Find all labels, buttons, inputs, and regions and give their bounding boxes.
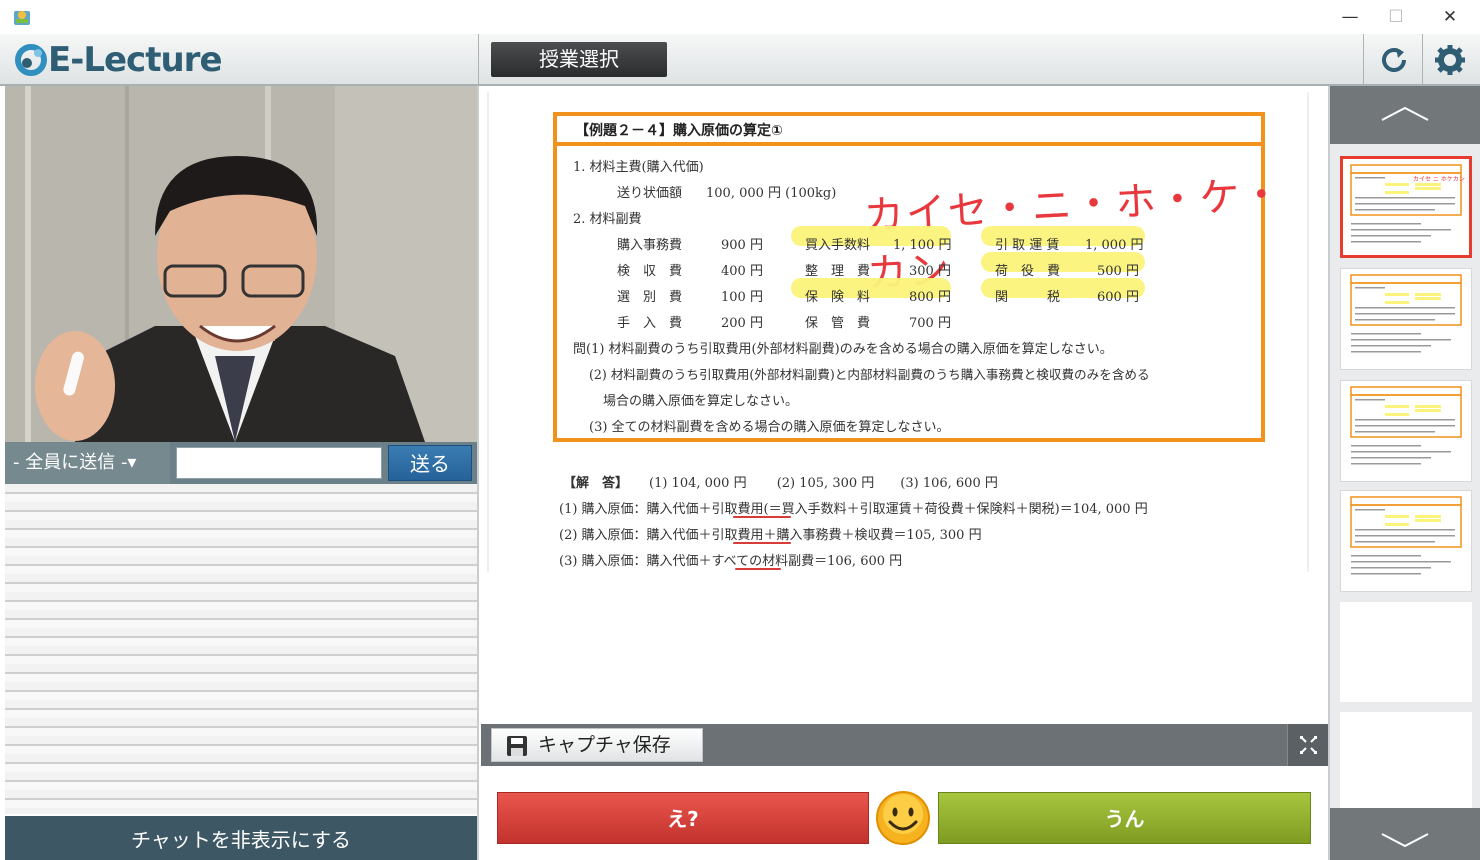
cost-label: 買入手数料 — [805, 238, 871, 253]
doc-line: 2. 材料副費 — [573, 212, 642, 227]
cost-value: 500 円 — [1097, 264, 1139, 279]
answer-heading: 【解 答】 — [563, 476, 629, 491]
left-panel: - 全員に送信 -▾ 送る チャットを非表示にする — [0, 86, 479, 860]
hide-chat-button[interactable]: チャットを非表示にする — [5, 816, 477, 860]
cost-label: 保 管 費 — [805, 316, 871, 331]
capture-save-label: キャプチャ保存 — [538, 734, 671, 756]
svg-text:カイセ ニ ホケカン: カイセ ニ ホケカン — [1413, 176, 1465, 183]
chat-log[interactable] — [5, 484, 477, 814]
question-line: 場合の購入原価を算定しなさい。 — [603, 394, 799, 409]
app-header: E-Lecture 授業選択 — [0, 34, 1480, 86]
doc-line: 送り状価額 — [617, 186, 683, 201]
slide-thumbnail-3[interactable] — [1340, 380, 1472, 482]
header-divider — [1422, 34, 1423, 86]
answer-line: (1) 購入原価：購入代価＋引取費用(＝買入手数料＋引取運賃＋荷役費＋保険料＋関… — [559, 502, 1148, 517]
cost-value: 1, 100 円 — [893, 238, 952, 253]
slide-thumbnail-2[interactable] — [1340, 268, 1472, 370]
understood-reaction-button[interactable]: うん — [938, 792, 1311, 844]
fullscreen-button[interactable] — [1287, 724, 1328, 766]
cost-value: 400 円 — [721, 264, 763, 279]
answer-line: (3) 購入原価：購入代価＋すべての材料副費＝106, 600 円 — [559, 554, 903, 569]
cost-value: 900 円 — [721, 238, 763, 253]
confused-reaction-button[interactable]: え? — [497, 792, 869, 844]
cost-value: 700 円 — [909, 316, 951, 331]
question-line: (2) 材料副費のうち引取費用(外部材料副費)と内部材料副費のうち購入事務費と検… — [589, 367, 1150, 382]
close-button[interactable]: ✕ — [1438, 6, 1462, 28]
question-line: 問(1) 材料副費のうち引取費用(外部材料副費)のみを含める場合の購入原価を算定… — [573, 342, 1113, 357]
cost-label: 関 税 — [995, 290, 1061, 305]
reaction-area: え? うん — [481, 766, 1328, 860]
smiley-icon — [876, 791, 930, 845]
slide-page: 【例題２－４】購入原価の算定① 1. 材料主費(購入代価) 送り状価額 100,… — [487, 92, 1309, 572]
cost-value: 1, 000 円 — [1085, 238, 1144, 253]
thumbnail-scroll-up[interactable] — [1330, 86, 1480, 144]
thumbnail-preview — [1350, 496, 1462, 575]
minimize-button[interactable]: — — [1338, 6, 1362, 28]
lecturer-video — [5, 86, 477, 442]
save-disk-icon — [507, 736, 527, 756]
maximize-button[interactable]: ☐ — [1384, 6, 1408, 28]
header-divider — [478, 34, 479, 86]
thumbnail-preview — [1350, 386, 1462, 465]
thumbnail-preview — [1350, 274, 1462, 353]
lesson-select-button[interactable]: 授業選択 — [491, 42, 667, 77]
cost-value: 300 円 — [909, 264, 951, 279]
thumbnail-scroll-down[interactable] — [1330, 808, 1480, 860]
cost-label: 選 別 費 — [617, 290, 683, 305]
title-bar: — ☐ ✕ — [0, 0, 1480, 34]
app-window: — ☐ ✕ E-Lecture 授業選択 - 全員に送信 -▾ 送る チャットを… — [0, 0, 1480, 860]
doc-line: 100, 000 円 (100kg) — [706, 186, 837, 201]
cost-value: 600 円 — [1097, 290, 1139, 305]
example-title: 【例題２－４】購入原価の算定① — [575, 123, 783, 139]
send-button[interactable]: 送る — [388, 445, 472, 481]
thumbnail-panel: カイセ ニ ホケカン — [1328, 86, 1480, 860]
cost-label: 荷 役 費 — [995, 264, 1061, 279]
slide-thumbnail-1[interactable]: カイセ ニ ホケカン — [1340, 156, 1472, 258]
chevron-down-icon — [1381, 833, 1429, 848]
thumbnail-preview: カイセ ニ ホケカン — [1350, 164, 1465, 243]
recipient-select[interactable]: - 全員に送信 -▾ — [5, 442, 170, 484]
cost-label: 手 入 費 — [617, 316, 683, 331]
slide-thumbnail-5[interactable] — [1340, 602, 1472, 702]
slide-thumbnail-4[interactable] — [1340, 490, 1472, 592]
cost-label: 購入事務費 — [617, 238, 683, 253]
header-divider — [1363, 34, 1364, 86]
cost-value: 100 円 — [721, 290, 763, 305]
doc-line: 1. 材料主費(購入代価) — [573, 160, 704, 175]
chat-send-bar: - 全員に送信 -▾ 送る — [5, 442, 477, 484]
cost-label: 検 収 費 — [617, 264, 683, 279]
slide-thumbnail-6[interactable] — [1340, 712, 1472, 812]
cost-label: 整 理 費 — [805, 264, 871, 279]
fullscreen-icon — [1300, 736, 1317, 754]
gear-icon[interactable] — [1432, 42, 1468, 78]
example-title-box: 【例題２－４】購入原価の算定① — [553, 112, 1265, 146]
logo-icon — [15, 44, 47, 76]
capture-save-button[interactable]: キャプチャ保存 — [491, 728, 703, 762]
cost-label: 引 取 運 賃 — [995, 238, 1060, 253]
handwritten-underline — [733, 542, 791, 544]
answer-line: (2) 購入原価：購入代価＋引取費用＋購入事務費＋検収費＝105, 300 円 — [559, 528, 982, 543]
handwritten-underline — [733, 516, 791, 518]
cost-label: 保 険 料 — [805, 290, 871, 305]
chat-input[interactable] — [176, 447, 382, 479]
slide-toolbar: キャプチャ保存 — [481, 724, 1328, 766]
refresh-icon[interactable] — [1376, 42, 1412, 78]
app-icon — [14, 11, 30, 25]
lecturer-image — [5, 86, 477, 442]
cost-value: 200 円 — [721, 316, 763, 331]
chevron-up-icon — [1381, 106, 1429, 121]
logo: E-Lecture — [14, 40, 223, 80]
cost-value: 800 円 — [909, 290, 951, 305]
slide-area: 【例題２－４】購入原価の算定① 1. 材料主費(購入代価) 送り状価額 100,… — [481, 86, 1328, 860]
question-line: (3) 全ての材料副費を含める場合の購入原価を算定しなさい。 — [589, 420, 950, 435]
handwritten-underline — [735, 568, 781, 570]
answer-values: (1) 104, 000 円 (2) 105, 300 円 (3) 106, 6… — [649, 476, 998, 491]
app-name: E-Lecture — [48, 40, 223, 80]
